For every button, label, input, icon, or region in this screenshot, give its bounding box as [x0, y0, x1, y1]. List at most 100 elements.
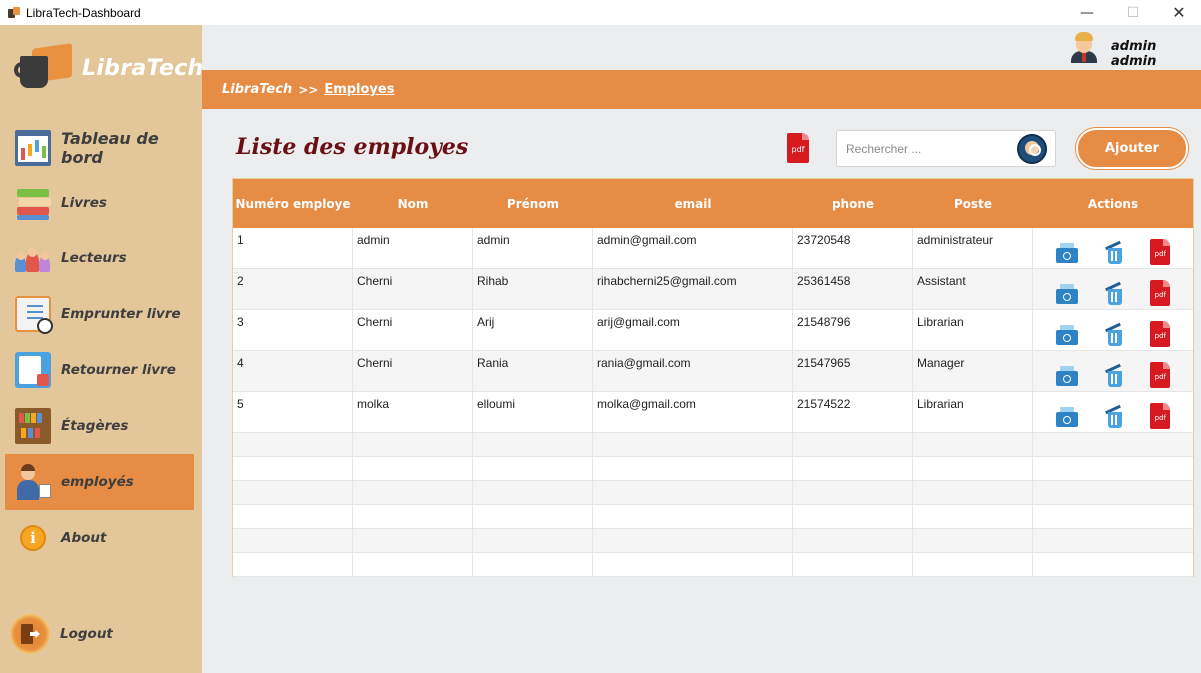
sidebar-item-readers[interactable]: Lecteurs: [5, 230, 194, 286]
delete-icon[interactable]: [1103, 240, 1125, 264]
column-header: Actions: [1087, 196, 1139, 211]
table-row[interactable]: 1 admin admin admin@gmail.com 23720548 admini…: [233, 228, 1193, 269]
column-header[interactable]: phone: [793, 179, 913, 228]
empty-cell: [793, 529, 913, 552]
row-actions: pdf: [1033, 269, 1193, 309]
empty-cell: [793, 505, 913, 528]
empty-cell: [1033, 529, 1193, 552]
empty-cell: [913, 481, 1033, 504]
dashboard-icon: [15, 130, 51, 166]
edit-icon[interactable]: [1055, 241, 1078, 263]
breadcrumb-root[interactable]: LibraTech: [222, 82, 292, 97]
empty-cell: [353, 433, 473, 456]
table-cell: Manager: [913, 351, 1033, 391]
column-header[interactable]: Numéro employe: [233, 179, 353, 228]
sidebar: LibraTech Tableau de bord Livres Lecteur…: [0, 25, 204, 673]
table-cell: Cherni: [353, 269, 473, 309]
empty-cell: [1033, 481, 1193, 504]
logo-icon: [14, 43, 74, 92]
empty-cell: [913, 505, 1033, 528]
info-icon: i: [20, 525, 46, 551]
export-pdf-icon[interactable]: pdf: [787, 133, 809, 163]
edit-icon[interactable]: [1055, 282, 1078, 304]
search-input[interactable]: [846, 140, 1016, 158]
table-row[interactable]: 3 Cherni Arij arij@gmail.com 21548796 Librari…: [233, 310, 1193, 351]
empty-cell: [473, 505, 593, 528]
pdf-icon[interactable]: pdf: [1150, 403, 1171, 429]
brand-name: LibraTech: [82, 55, 204, 81]
sidebar-item-label: About: [61, 530, 107, 546]
column-header[interactable]: email: [593, 179, 793, 228]
edit-icon[interactable]: [1055, 405, 1078, 427]
sidebar-item-shelves[interactable]: Étagères: [5, 398, 194, 454]
table-cell: 23720548: [793, 228, 913, 268]
table-cell: 3: [233, 310, 353, 350]
table-cell: Librarian: [913, 392, 1033, 432]
table-row[interactable]: 5 molka elloumi molka@gmail.com 21574522 Libr…: [233, 392, 1193, 433]
delete-icon[interactable]: [1103, 281, 1125, 305]
column-header[interactable]: Prénom: [473, 179, 593, 228]
add-employee-button[interactable]: Ajouter: [1076, 128, 1188, 169]
empty-cell: [793, 481, 913, 504]
sidebar-item-about[interactable]: i About: [5, 510, 194, 566]
table-cell: administrateur: [913, 228, 1033, 268]
empty-cell: [593, 505, 793, 528]
close-button[interactable]: ✕: [1156, 0, 1201, 25]
empty-cell: [233, 529, 353, 552]
empty-cell: [913, 457, 1033, 480]
row-actions: pdf: [1033, 351, 1193, 391]
table-row[interactable]: 2 Cherni Rihab rihabcherni25@gmail.com 25361…: [233, 269, 1193, 310]
sidebar-item-books[interactable]: Livres: [5, 175, 194, 231]
delete-icon[interactable]: [1103, 363, 1125, 387]
table-cell: 5: [233, 392, 353, 432]
empty-cell: [473, 457, 593, 480]
table-header: Numéro employe Nom Prénom email phone Po…: [233, 179, 1193, 228]
edit-icon[interactable]: [1055, 323, 1078, 345]
empty-cell: [353, 481, 473, 504]
table-body: 1 admin admin admin@gmail.com 23720548 admini…: [233, 228, 1193, 577]
sidebar-item-label: Emprunter livre: [61, 306, 181, 322]
empty-cell: [353, 529, 473, 552]
avatar[interactable]: [1068, 31, 1100, 63]
edit-icon[interactable]: [1055, 364, 1078, 386]
table-cell: molka@gmail.com: [593, 392, 793, 432]
table-row[interactable]: 4 Cherni Rania rania@gmail.com 21547965 Manag…: [233, 351, 1193, 392]
empty-cell: [1033, 553, 1193, 576]
sidebar-item-return-book[interactable]: Retourner livre: [5, 342, 194, 398]
empty-cell: [793, 553, 913, 576]
maximize-button[interactable]: ☐: [1110, 0, 1156, 25]
empty-row: [233, 457, 1193, 481]
logout-button[interactable]: Logout: [5, 606, 194, 662]
pdf-icon-label: pdf: [1154, 332, 1166, 340]
empty-row: [233, 529, 1193, 553]
sidebar-item-borrow-book[interactable]: Emprunter livre: [5, 286, 194, 342]
pdf-icon[interactable]: pdf: [1150, 321, 1171, 347]
empty-cell: [233, 553, 353, 576]
table-cell: Assistant: [913, 269, 1033, 309]
user-bar: admin admin: [202, 25, 1201, 70]
search-icon[interactable]: [1017, 134, 1047, 164]
column-header[interactable]: Nom: [353, 179, 473, 228]
readers-icon: [15, 240, 51, 276]
pdf-icon[interactable]: pdf: [1150, 280, 1171, 306]
sidebar-item-employees[interactable]: employés: [5, 454, 194, 510]
table-cell: Arij: [473, 310, 593, 350]
minimize-button[interactable]: —: [1064, 0, 1110, 25]
sidebar-item-dashboard[interactable]: Tableau de bord: [5, 120, 194, 176]
pdf-icon[interactable]: pdf: [1150, 239, 1171, 265]
delete-icon[interactable]: [1103, 322, 1125, 346]
brand-logo: LibraTech: [14, 43, 204, 93]
empty-cell: [353, 457, 473, 480]
employees-table: Numéro employe Nom Prénom email phone Po…: [232, 178, 1194, 577]
column-header[interactable]: Poste: [913, 179, 1033, 228]
sidebar-item-label: Étagères: [61, 418, 129, 434]
shelves-icon: [15, 408, 51, 444]
delete-icon[interactable]: [1103, 404, 1125, 428]
pdf-icon[interactable]: pdf: [1150, 362, 1171, 388]
empty-row: [233, 433, 1193, 457]
table-cell: admin@gmail.com: [593, 228, 793, 268]
empty-cell: [473, 529, 593, 552]
sidebar-item-label: Retourner livre: [61, 362, 176, 378]
breadcrumb-current[interactable]: Employes: [324, 82, 394, 97]
table-cell: 21574522: [793, 392, 913, 432]
